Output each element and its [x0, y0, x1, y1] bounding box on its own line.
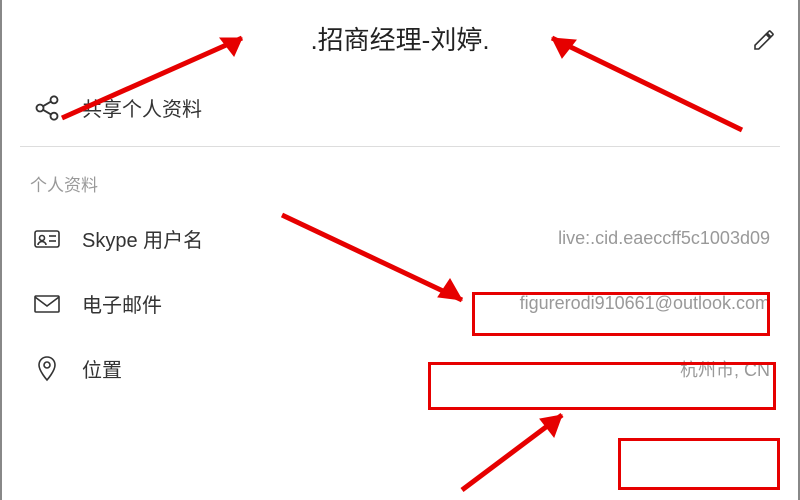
- location-pin-icon: [30, 355, 64, 383]
- annotation-box: [618, 438, 780, 490]
- id-card-icon: [30, 227, 64, 251]
- pencil-icon: [752, 28, 776, 52]
- share-icon: [30, 94, 64, 122]
- location-row[interactable]: 位置 杭州市, CN: [2, 336, 798, 413]
- skype-value: live:.cid.eaeccff5c1003d09: [558, 228, 770, 249]
- email-value: figurerodi910661@outlook.com: [520, 293, 770, 314]
- share-profile-row[interactable]: 共享个人资料: [2, 67, 798, 146]
- profile-title: .招商经理-刘婷.: [310, 20, 489, 57]
- section-personal-info-label: 个人资料: [2, 147, 798, 206]
- mail-icon: [30, 293, 64, 315]
- location-value: 杭州市, CN: [680, 356, 770, 382]
- email-row[interactable]: 电子邮件 figurerodi910661@outlook.com: [2, 271, 798, 336]
- profile-header: .招商经理-刘婷.: [2, 0, 798, 67]
- annotation-arrow: [442, 405, 592, 495]
- skype-label: Skype 用户名: [82, 224, 203, 253]
- email-label: 电子邮件: [82, 289, 162, 318]
- share-profile-label: 共享个人资料: [82, 93, 202, 122]
- location-label: 位置: [82, 354, 122, 383]
- skype-row[interactable]: Skype 用户名 live:.cid.eaeccff5c1003d09: [2, 206, 798, 271]
- edit-profile-button[interactable]: [752, 28, 776, 57]
